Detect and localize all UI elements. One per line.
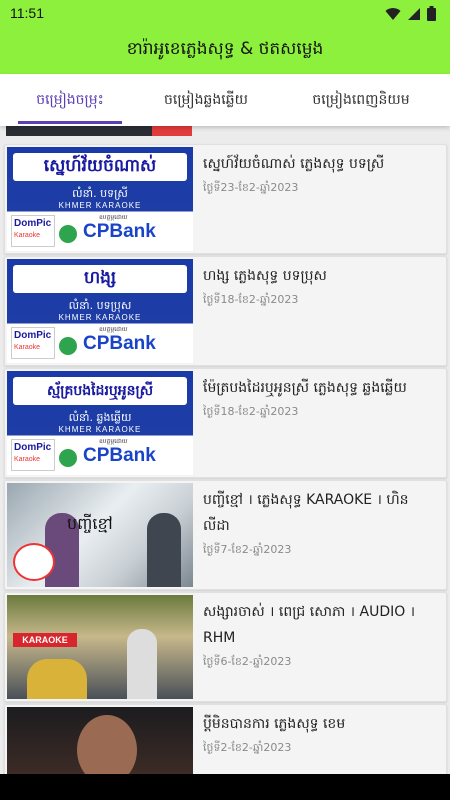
song-item[interactable]: KARAOKE សង្សារចាស់ । ពេជ្រ សោភា । AUDIO …	[4, 592, 447, 702]
karaoke-label: KHMER KARAOKE	[58, 425, 142, 434]
song-thumbnail: បញ្ចីខ្មៅ	[7, 483, 193, 587]
cpbank-logo: CPBank	[83, 445, 156, 466]
song-item[interactable]: ស្នេហ៍វ័យចំណាស់ លំនាំ. បទស្រី KHMER KARA…	[4, 144, 447, 254]
song-thumbnail: ស្នេហ៍វ័យចំណាស់ លំនាំ. បទស្រី KHMER KARA…	[7, 147, 193, 251]
badge-icon	[59, 449, 77, 467]
badge-icon	[59, 225, 77, 243]
song-thumbnail: KARAOKE	[7, 595, 193, 699]
tab-indicator	[18, 121, 122, 124]
karaoke-label: KHMER KARAOKE	[58, 313, 142, 322]
song-title: ស្នេហ៍វ័យចំណាស់ ភ្លេងសុទ្ធ បទស្រី	[203, 156, 385, 172]
song-title: បញ្ចីខ្មៅ । ភ្លេងសុទ្ធ KARAOKE । ហិន លីដ…	[203, 492, 409, 534]
song-date: ថ្ងៃទី18-ខែ2-ឆ្នាំ2023	[203, 405, 299, 418]
tab-bar: ចម្រៀងចម្រុះ ចម្រៀងឆ្លងឆ្លើយ ចម្រៀងពេញនិ…	[0, 74, 450, 126]
dompic-logo: DomPic Karaoke	[11, 215, 55, 247]
partial-thumbnail	[6, 126, 192, 136]
badge-icon	[59, 337, 77, 355]
song-date: ថ្ងៃទី23-ខែ2-ឆ្នាំ2023	[203, 181, 299, 194]
song-date: ថ្ងៃទី6-ខែ2-ឆ្នាំ2023	[203, 655, 292, 668]
system-nav-bar	[0, 774, 450, 800]
status-time: 11:51	[10, 5, 44, 21]
dompic-logo: DomPic Karaoke	[11, 439, 55, 471]
karaoke-label: KHMER KARAOKE	[58, 201, 142, 210]
karaoke-label: KARAOKE	[13, 633, 77, 647]
thumbnail-title: ហង្ស	[13, 265, 187, 293]
song-thumbnail: ហង្ស លំនាំ. បទប្រុស KHMER KARAOKE DomPic…	[7, 259, 193, 363]
song-title: ហង្ស ភ្លេងសុទ្ធ បទប្រុស	[203, 268, 327, 284]
song-date: ថ្ងៃទី2-ខែ2-ឆ្នាំ2023	[203, 741, 292, 754]
dompic-logo: DomPic Karaoke	[11, 327, 55, 359]
singer-figure	[127, 629, 157, 699]
song-date: ថ្ងៃទី7-ខែ2-ឆ្នាំ2023	[203, 543, 292, 556]
song-thumbnail: ស្ម័គ្របងដៃរឬអូនស្រី លំនាំ. ឆ្លងឆ្លើយ KH…	[7, 371, 193, 475]
tab-popular-songs[interactable]: ចម្រៀងពេញនិយម	[272, 74, 450, 126]
app-title: ខារ៉ាអូខេភ្លេងសុទ្ធ & ថតសម្លេង	[126, 39, 324, 59]
status-bar: 11:51	[0, 0, 450, 28]
channel-logo	[13, 543, 55, 581]
song-title: ម៉ែត្របងដៃរឬអូនស្រី ភ្លេងសុទ្ធ ឆ្លងឆ្លើយ	[203, 380, 407, 396]
tab-duet-songs[interactable]: ចម្រៀងឆ្លងឆ្លើយ	[140, 74, 272, 126]
app-bar: ខារ៉ាអូខេភ្លេងសុទ្ធ & ថតសម្លេង	[0, 28, 450, 74]
cpbank-logo: CPBank	[83, 333, 156, 354]
song-list[interactable]: ស្នេហ៍វ័យចំណាស់ លំនាំ. បទស្រី KHMER KARA…	[0, 126, 450, 800]
signal-icon	[407, 6, 421, 25]
song-title: ប្តីមិនបានការ ភ្លេងសុទ្ធ ខេម	[203, 716, 346, 732]
thumbnail-title: ស្ម័គ្របងដៃរឬអូនស្រី	[13, 377, 187, 405]
cpbank-logo: CPBank	[83, 221, 156, 242]
tab-mixed-songs[interactable]: ចម្រៀងចម្រុះ	[0, 74, 140, 126]
thumbnail-title: ស្នេហ៍វ័យចំណាស់	[13, 153, 187, 181]
song-item[interactable]: ស្ម័គ្របងដៃរឬអូនស្រី លំនាំ. ឆ្លងឆ្លើយ KH…	[4, 368, 447, 478]
singer-figure	[147, 513, 181, 587]
song-item[interactable]: បញ្ចីខ្មៅ បញ្ចីខ្មៅ । ភ្លេងសុទ្ធ KARAOKE…	[4, 480, 447, 590]
wifi-icon	[385, 6, 401, 25]
battery-icon	[427, 6, 436, 25]
song-item[interactable]: ហង្ស លំនាំ. បទប្រុស KHMER KARAOKE DomPic…	[4, 256, 447, 366]
song-title: សង្សារចាស់ । ពេជ្រ សោភា । AUDIO । RHM	[203, 604, 416, 646]
car-shape	[27, 659, 87, 699]
song-date: ថ្ងៃទី18-ខែ2-ឆ្នាំ2023	[203, 293, 299, 306]
thumbnail-title: បញ្ចីខ្មៅ	[67, 514, 113, 533]
